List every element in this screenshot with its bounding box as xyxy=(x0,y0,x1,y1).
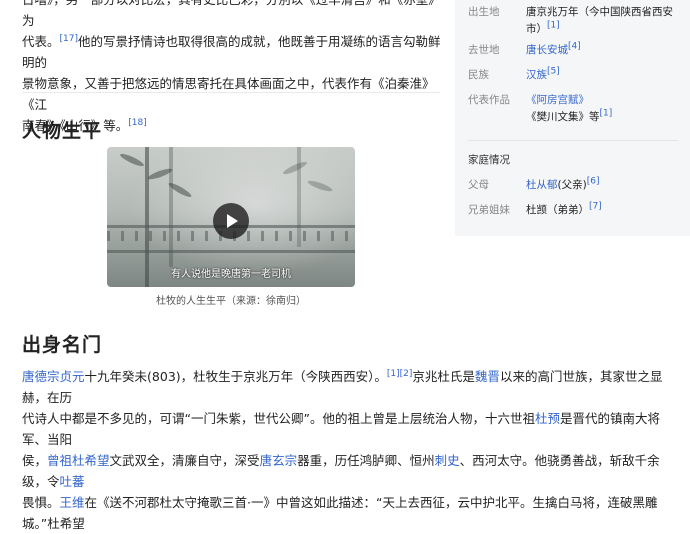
link-tubo[interactable]: 吐蕃 xyxy=(60,474,85,489)
citation-link[interactable]: [18] xyxy=(128,118,146,128)
link-zhenyuan[interactable]: 贞元 xyxy=(60,369,85,384)
link-du-congyu[interactable]: 杜从郁 xyxy=(526,179,558,191)
body-text: 十九年癸未(803)，杜牧生于京兆万年（今陕西西安）。 xyxy=(84,369,387,384)
citation-link[interactable]: [4] xyxy=(568,42,581,52)
infobox-key: 代表作品 xyxy=(468,94,510,106)
origin-line: 侯，曾祖杜希望文武双全，清廉自守，深受唐玄宗器重，历任鸿胪卿、恒州刺史、西河太守… xyxy=(22,450,682,492)
link-cishi[interactable]: 刺史 xyxy=(435,453,460,468)
infobox-value: 杜𫖮（弟弟）[7] xyxy=(526,202,681,219)
infobox-value: 《阿房宫赋》 《樊川文集》等[1] xyxy=(526,92,681,126)
infobox-value: 汉族[5] xyxy=(526,67,681,84)
link-du-xiwang[interactable]: 杜希望 xyxy=(72,453,110,468)
origin-line: 唐德宗贞元十九年癸未(803)，杜牧生于京兆万年（今陕西西安）。[1][2]京兆… xyxy=(22,366,682,408)
play-icon xyxy=(227,214,238,228)
body-text: 代诗人中都是不多见的，可谓“一门朱紫，世代公卿”。他的祖上曾是上层统治人物，十六… xyxy=(22,411,535,426)
body-text: 文武双全，清廉自守，深受 xyxy=(109,453,260,468)
citation-link[interactable]: [17] xyxy=(60,34,78,44)
infobox-key: 去世地 xyxy=(468,44,500,56)
infobox-divider xyxy=(468,140,678,141)
citation-link[interactable]: [1][2] xyxy=(387,369,413,379)
intro-text: 他的写景抒情诗也取得很高的成就，他既善于用凝练的语言勾勒鲜明的 xyxy=(22,34,441,70)
citation-link[interactable]: [7] xyxy=(589,202,602,212)
infobox-key: 父母 xyxy=(468,179,489,191)
video-subtitle: 有人说他是晚唐第一老司机 xyxy=(171,269,291,280)
body-text: 京兆杜氏是 xyxy=(412,369,475,384)
video-player[interactable]: 有人说他是晚唐第一老司机 xyxy=(107,147,355,287)
infobox: 出生地 唐京兆万年（今中国陕西省西安市）[1] 去世地 唐长安城[4] 民族 汉… xyxy=(455,0,690,236)
infobox-key: 出生地 xyxy=(468,6,500,18)
infobox-value: 杜从郁(父亲)[6] xyxy=(526,177,681,194)
citation-link[interactable]: [6] xyxy=(587,177,600,187)
video-caption: 杜牧的人生生平（来源：徐南归） xyxy=(156,296,306,307)
body-text: 畏惧。 xyxy=(22,495,60,510)
origin-paragraph: 唐德宗贞元十九年癸未(803)，杜牧生于京兆万年（今陕西西安）。[1][2]京兆… xyxy=(22,366,682,534)
origin-line: 代诗人中都是不多见的，可谓“一门朱紫，世代公卿”。他的祖上曾是上层统治人物，十六… xyxy=(22,408,682,450)
citation-link[interactable]: [5] xyxy=(547,67,560,77)
section-title-origin: 出身名门 xyxy=(22,334,103,356)
link-han[interactable]: 汉族 xyxy=(526,69,547,81)
section-title-life: 人物生平 xyxy=(22,120,103,142)
origin-line: 畏惧。王维在《送不河郡杜太守掩歌三首·一》中曾这如此描述：“天上去西征，云中护北… xyxy=(22,492,682,534)
link-changan[interactable]: 唐长安城 xyxy=(526,44,568,56)
link-afang-palace[interactable]: 《阿房宫赋》 xyxy=(526,94,589,106)
family-section-title: 家庭情况 xyxy=(468,154,510,166)
link-tang-xuanzong[interactable]: 唐玄宗 xyxy=(260,453,298,468)
body-text: 侯， xyxy=(22,453,48,468)
infobox-key: 兄弟姐妹 xyxy=(468,204,510,216)
intro-line: 日嘈》，另一部分以对比宏，其有史比已彩，分別以《过华清宫》和《赤壁》为 xyxy=(22,0,441,28)
works-suffix: 等 xyxy=(589,111,600,123)
section-divider xyxy=(22,92,440,93)
link-tang-dezong[interactable]: 唐德宗 xyxy=(22,369,60,384)
body-text: 在《送不河郡杜太守掩歌三首·一》中曾这如此描述：“天上去西征，云中护北平。生擒白… xyxy=(22,495,658,531)
intro-line: 景物意象，又善于把悠远的情思寄托在具体画面之中，代表作有《泊秦淮》《江 xyxy=(22,76,435,112)
link-du-yu[interactable]: 杜预 xyxy=(535,411,560,426)
body-text: 器重，历任鸿胪卿、恒州 xyxy=(297,453,435,468)
citation-link[interactable]: [1] xyxy=(547,21,560,31)
infobox-value: 唐长安城[4] xyxy=(526,42,681,59)
play-button[interactable] xyxy=(213,203,249,239)
infobox-value: 唐京兆万年（今中国陕西省西安市）[1] xyxy=(526,4,681,38)
link-zengzu[interactable]: 曾祖 xyxy=(47,453,72,468)
link-weijin[interactable]: 魏晋 xyxy=(475,369,500,384)
sibling-value: 杜𫖮（弟弟） xyxy=(526,204,589,216)
relation-label: (父亲) xyxy=(557,179,587,191)
work-fanchuan: 《樊川文集》 xyxy=(526,111,589,123)
citation-link[interactable]: [1] xyxy=(600,109,613,119)
infobox-key: 民族 xyxy=(468,69,489,81)
intro-line: 代表。[17]他的写景抒情诗也取得很高的成就，他既善于用凝练的语言勾勒鲜明的 xyxy=(22,31,442,73)
link-wang-wei[interactable]: 王维 xyxy=(60,495,85,510)
intro-text: 代表。 xyxy=(22,34,60,49)
